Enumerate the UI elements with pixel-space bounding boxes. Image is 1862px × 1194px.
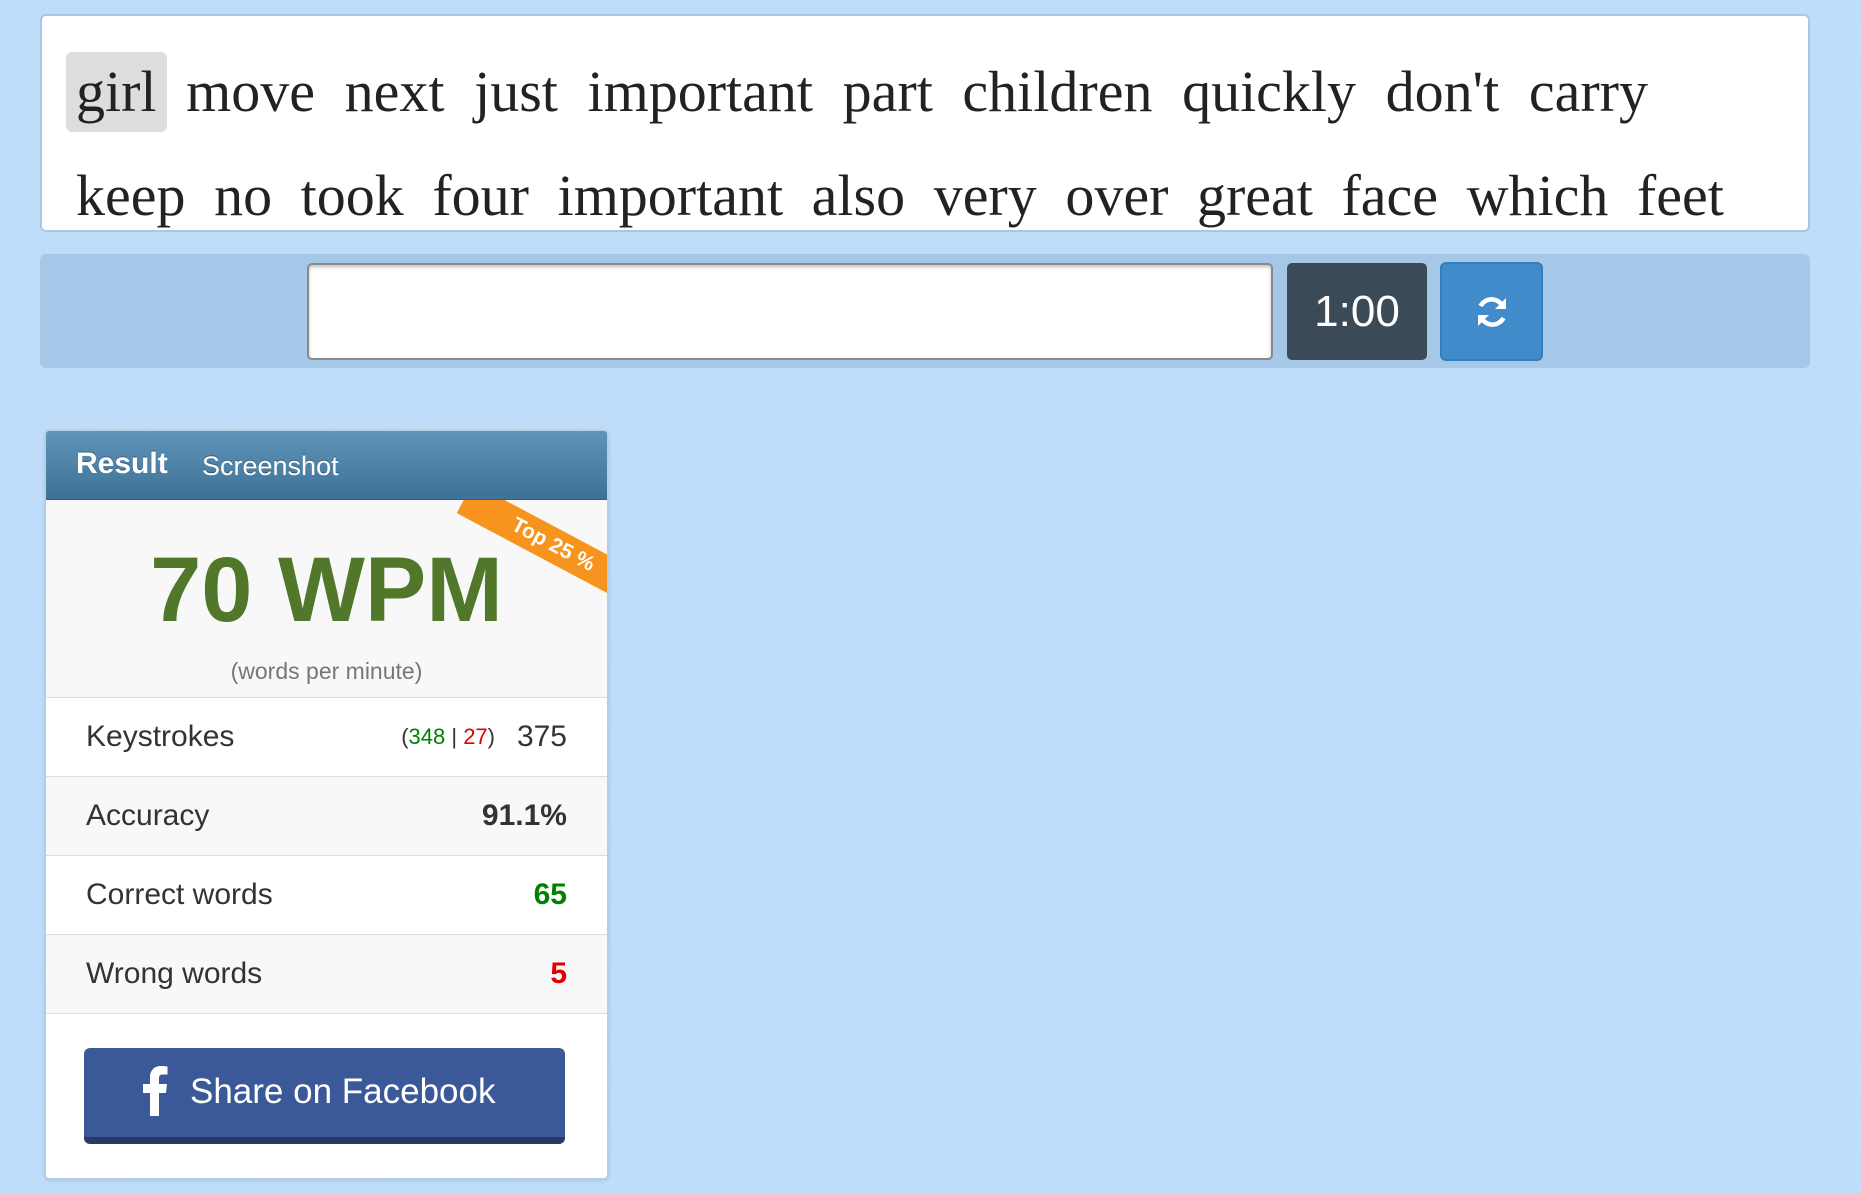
stat-row-keystrokes: Keystrokes (348 | 27) 375 (46, 698, 607, 777)
word: over (1065, 163, 1169, 228)
result-header: Result Screenshot (46, 431, 607, 500)
accuracy-label: Accuracy (86, 799, 210, 832)
reload-button[interactable] (1440, 262, 1543, 361)
typing-input[interactable] (307, 263, 1273, 360)
word: no (214, 163, 273, 228)
word: four (432, 163, 529, 228)
word: important (587, 59, 814, 124)
word: carry (1528, 59, 1648, 124)
accuracy-value: 91.1% (481, 799, 567, 832)
tab-result[interactable]: Result (76, 447, 168, 481)
stat-row-correct-words: Correct words 65 (46, 856, 607, 935)
tab-screenshot[interactable]: Screenshot (202, 451, 339, 482)
facebook-icon (143, 1066, 168, 1116)
word: took (300, 163, 404, 228)
wpm-area: Top 25 % 70 WPM (words per minute) (46, 500, 607, 698)
word: also (811, 163, 906, 228)
wrong-words-value: 5 (550, 957, 567, 990)
wpm-caption: (words per minute) (230, 658, 423, 684)
word: just (474, 59, 558, 124)
word: quickly (1182, 59, 1357, 124)
keystrokes-wrong: 27 (463, 724, 488, 749)
keystrokes-value: 375 (516, 720, 567, 753)
stat-row-wrong-words: Wrong words 5 (46, 935, 607, 1014)
result-panel: Result Screenshot Top 25 % 70 WPM (words… (45, 430, 608, 1179)
word: which (1466, 163, 1609, 228)
correct-words-value: 65 (533, 878, 567, 911)
word: face (1341, 163, 1439, 228)
word: feet (1636, 163, 1724, 228)
input-row: 1:00 (40, 254, 1810, 368)
wpm-value: 70 WPM (150, 539, 503, 641)
share-facebook-button[interactable]: Share on Facebook (84, 1048, 565, 1144)
word: don't (1385, 59, 1500, 124)
word: move (186, 59, 316, 124)
timer: 1:00 (1287, 263, 1427, 360)
refresh-icon (1477, 296, 1506, 327)
word: important (557, 163, 784, 228)
word: part (842, 59, 933, 124)
current-word: girl (66, 52, 167, 132)
word: keep (76, 163, 186, 228)
stat-row-accuracy: Accuracy 91.1% (46, 777, 607, 856)
word: very (933, 163, 1037, 228)
word-display: girl move next just important part child… (40, 14, 1810, 232)
keystrokes-label: Keystrokes (86, 720, 235, 753)
word-row-2: keep no took four important also very ov… (66, 156, 1734, 230)
keystrokes-correct: 348 (408, 724, 446, 749)
word: children (962, 59, 1153, 124)
correct-words-label: Correct words (86, 878, 273, 911)
keystrokes-detail: (348 | 27) (401, 724, 495, 749)
share-facebook-label: Share on Facebook (190, 1072, 496, 1111)
word: next (344, 59, 445, 124)
wrong-words-label: Wrong words (86, 957, 263, 990)
word: great (1196, 163, 1313, 228)
word-row-1: girl move next just important part child… (66, 52, 1658, 132)
